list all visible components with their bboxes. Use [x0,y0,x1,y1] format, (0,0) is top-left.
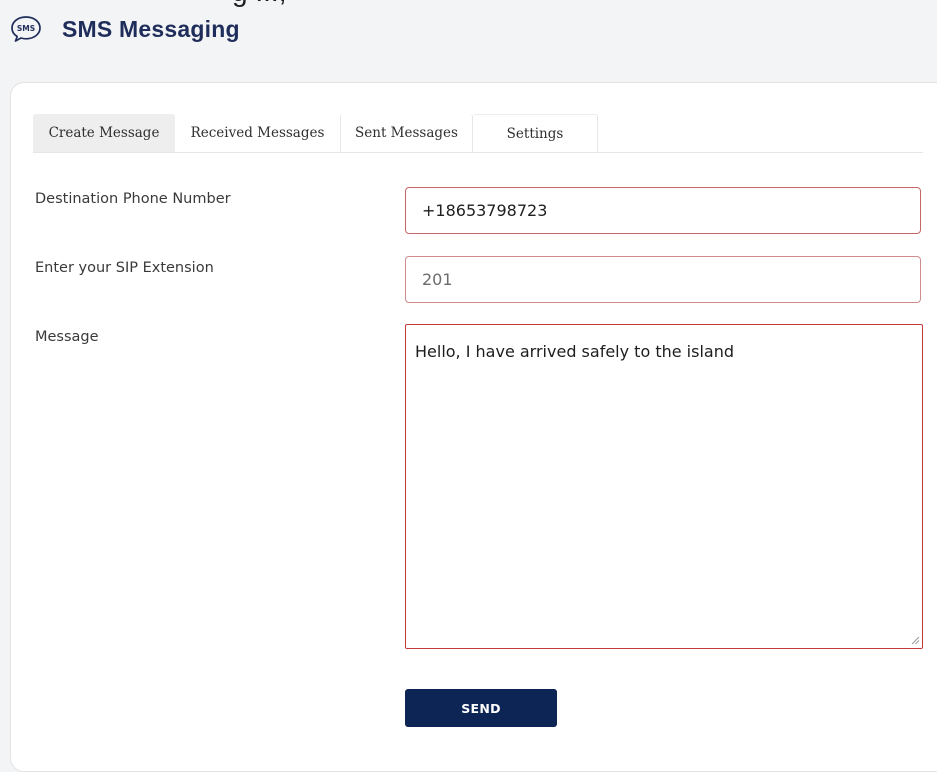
message-textarea[interactable]: Hello, I have arrived safely to the isla… [405,324,923,649]
app-title: SMS Messaging [62,15,240,42]
tab-create-message[interactable]: Create Message [33,114,175,152]
form-card: Create Message Received Messages Sent Me… [10,82,937,772]
tab-sent-messages[interactable]: Sent Messages [340,114,473,152]
message-label: Message [35,329,99,345]
sip-extension-input[interactable] [405,256,921,303]
tab-settings[interactable]: Settings [473,114,598,152]
tab-received-messages[interactable]: Received Messages [175,114,340,152]
sms-bubble-icon: SMS [11,16,41,42]
app-header: SMS SMS Messaging [9,14,240,44]
destination-label: Destination Phone Number [35,191,231,207]
cutoff-text: g ..., [232,0,286,8]
tab-bar: Create Message Received Messages Sent Me… [33,114,923,153]
destination-phone-input[interactable] [405,187,921,234]
sip-extension-label: Enter your SIP Extension [35,260,214,276]
resize-grip-icon[interactable] [910,635,920,645]
sms-icon-text: SMS [17,24,35,33]
send-button[interactable]: SEND [405,689,557,727]
